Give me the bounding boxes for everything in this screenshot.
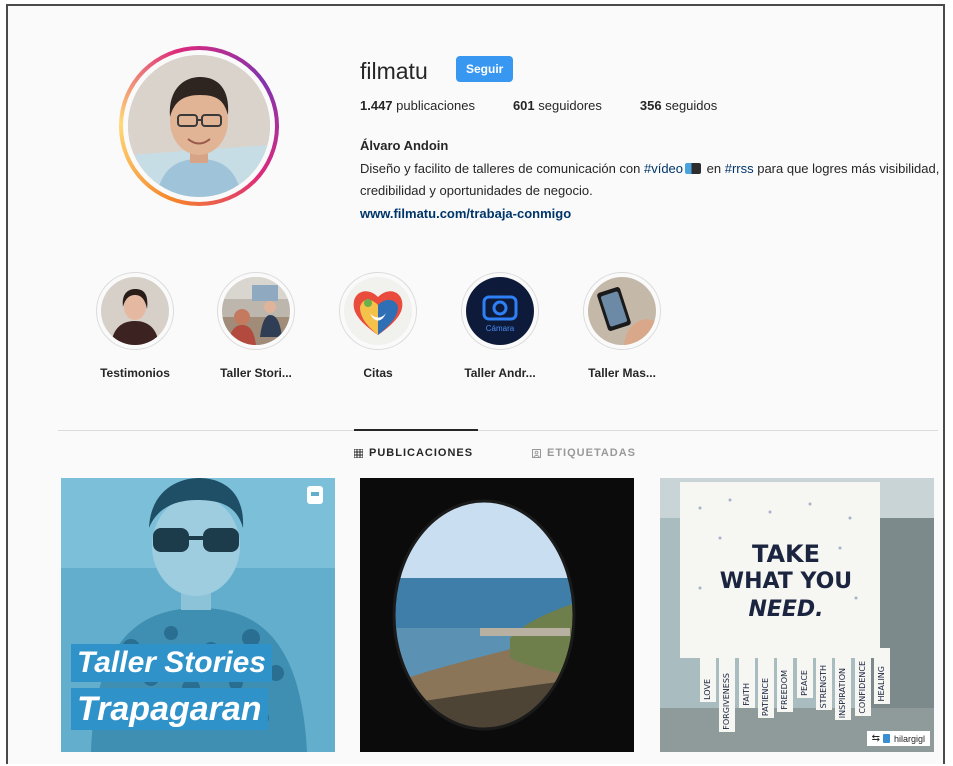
- avatar: [128, 55, 270, 197]
- sign-line-2: WHAT YOU: [719, 569, 853, 594]
- profile-full-name: Álvaro Andoin: [360, 138, 449, 153]
- post-thumbnail-1[interactable]: Taller Stories Trapagaran: [61, 478, 335, 752]
- camera-caption: Cámara: [486, 324, 515, 333]
- highlight-thumb: [344, 277, 412, 345]
- tab-publicaciones-label: PUBLICACIONES: [369, 447, 474, 459]
- strip-faith[interactable]: FAITH: [738, 648, 755, 708]
- highlight-taller-mas[interactable]: Taller Mas...: [572, 272, 672, 380]
- highlight-label: Taller Mas...: [588, 366, 656, 380]
- post-1-title-line-2: Trapagaran: [71, 688, 268, 730]
- followers-stat[interactable]: 601 seguidores: [513, 98, 602, 113]
- repost-credit: ⇆ hilargigl: [866, 731, 930, 746]
- credit-logo-icon: [882, 734, 890, 743]
- highlight-citas[interactable]: Citas: [328, 272, 428, 380]
- highlight-label: Taller Andr...: [464, 366, 536, 380]
- camera-icon: Cámara: [466, 277, 534, 345]
- workshop-photo-icon: [222, 277, 290, 345]
- posts-label: publicaciones: [396, 98, 475, 113]
- highlight-thumb: Cámara: [466, 277, 534, 345]
- highlight-taller-android[interactable]: Cámara Taller Andr...: [450, 272, 550, 380]
- follow-button[interactable]: Seguir: [456, 56, 514, 82]
- followers-label: seguidores: [538, 98, 602, 113]
- video-camera-icon: [685, 163, 702, 174]
- strip-freedom[interactable]: FREEDOM: [777, 648, 794, 712]
- profile-website-link[interactable]: www.filmatu.com/trabaja-conmigo: [360, 206, 571, 221]
- strip-peace[interactable]: PEACE: [796, 648, 813, 698]
- bio-text-1: Diseño y facilito de talleres de comunic…: [360, 161, 644, 176]
- sign-text: TAKE WHAT YOU NEED.: [716, 540, 856, 624]
- phone-in-hand-icon: [588, 277, 656, 345]
- highlight-thumb: [222, 277, 290, 345]
- following-count: 356: [639, 98, 662, 113]
- post-thumbnail-3[interactable]: TAKE WHAT YOU NEED. LOVE FORGIVENESS FAI…: [660, 478, 934, 752]
- profile-avatar-ring[interactable]: [119, 46, 279, 206]
- highlight-testimonios[interactable]: Testimonios: [85, 272, 185, 380]
- avatar-portrait-icon: [128, 55, 270, 197]
- grid-icon: [354, 448, 363, 458]
- post-1-title-line-1: Taller Stories: [71, 644, 272, 682]
- post-1-overlay: Taller Stories Trapagaran: [71, 644, 272, 730]
- posts-count: 1.447: [360, 98, 393, 113]
- strip-inspiration[interactable]: INSPIRATION: [835, 648, 852, 720]
- following-stat[interactable]: 356 seguidos: [640, 98, 717, 113]
- strip-love[interactable]: LOVE: [700, 648, 716, 702]
- credit-username: hilargigl: [893, 733, 925, 744]
- heart-icon: [344, 277, 412, 345]
- post-thumbnail-2[interactable]: [360, 478, 634, 752]
- sign-line-3: NEED.: [748, 597, 824, 622]
- strip-forgiveness[interactable]: FORGIVENESS: [719, 648, 736, 732]
- tab-etiquetadas-label: ETIQUETADAS: [547, 447, 637, 459]
- profile-stats: 1.447 publicaciones 601 seguidores 356 s…: [360, 98, 755, 113]
- strip-patience[interactable]: PATIENCE: [757, 648, 774, 718]
- posts-stat: 1.447 publicaciones: [360, 98, 475, 113]
- sign-tear-strips: LOVE FORGIVENESS FAITH PATIENCE FREEDOM …: [700, 648, 890, 736]
- active-tab-indicator: [354, 429, 478, 431]
- bio-hashtag-rrss[interactable]: #rrss: [725, 161, 754, 176]
- followers-count: 601: [512, 98, 535, 113]
- highlight-label: Testimonios: [100, 366, 170, 380]
- strip-strength[interactable]: STRENGTH: [815, 648, 832, 710]
- strip-healing[interactable]: HEALING: [873, 648, 890, 704]
- highlight-taller-stories[interactable]: Taller Stori...: [206, 272, 306, 380]
- strip-confidence[interactable]: CONFIDENCE: [854, 648, 871, 716]
- following-label: seguidos: [665, 98, 718, 113]
- highlight-thumb: [588, 277, 656, 345]
- sign-line-1: TAKE: [751, 540, 821, 568]
- tabs-divider: [58, 430, 938, 431]
- highlight-label: Taller Stori...: [220, 366, 292, 380]
- tab-publicaciones[interactable]: PUBLICACIONES: [354, 447, 473, 459]
- bio-text-2: en: [703, 161, 725, 176]
- porthole-view-icon: [360, 478, 634, 752]
- profile-username: filmatu: [360, 58, 428, 84]
- repost-icon: ⇆: [871, 733, 880, 744]
- highlight-thumb: [101, 277, 169, 345]
- person-icon: [101, 277, 169, 345]
- browser-frame: filmatu Seguir 1.447 publicaciones 601 s…: [6, 4, 945, 764]
- profile-bio: Diseño y facilito de talleres de comunic…: [360, 158, 940, 202]
- tab-etiquetadas[interactable]: ETIQUETADAS: [532, 447, 636, 459]
- highlight-label: Citas: [363, 366, 393, 380]
- bio-hashtag-video[interactable]: #vídeo: [644, 161, 683, 176]
- tagged-user-icon: [532, 448, 541, 458]
